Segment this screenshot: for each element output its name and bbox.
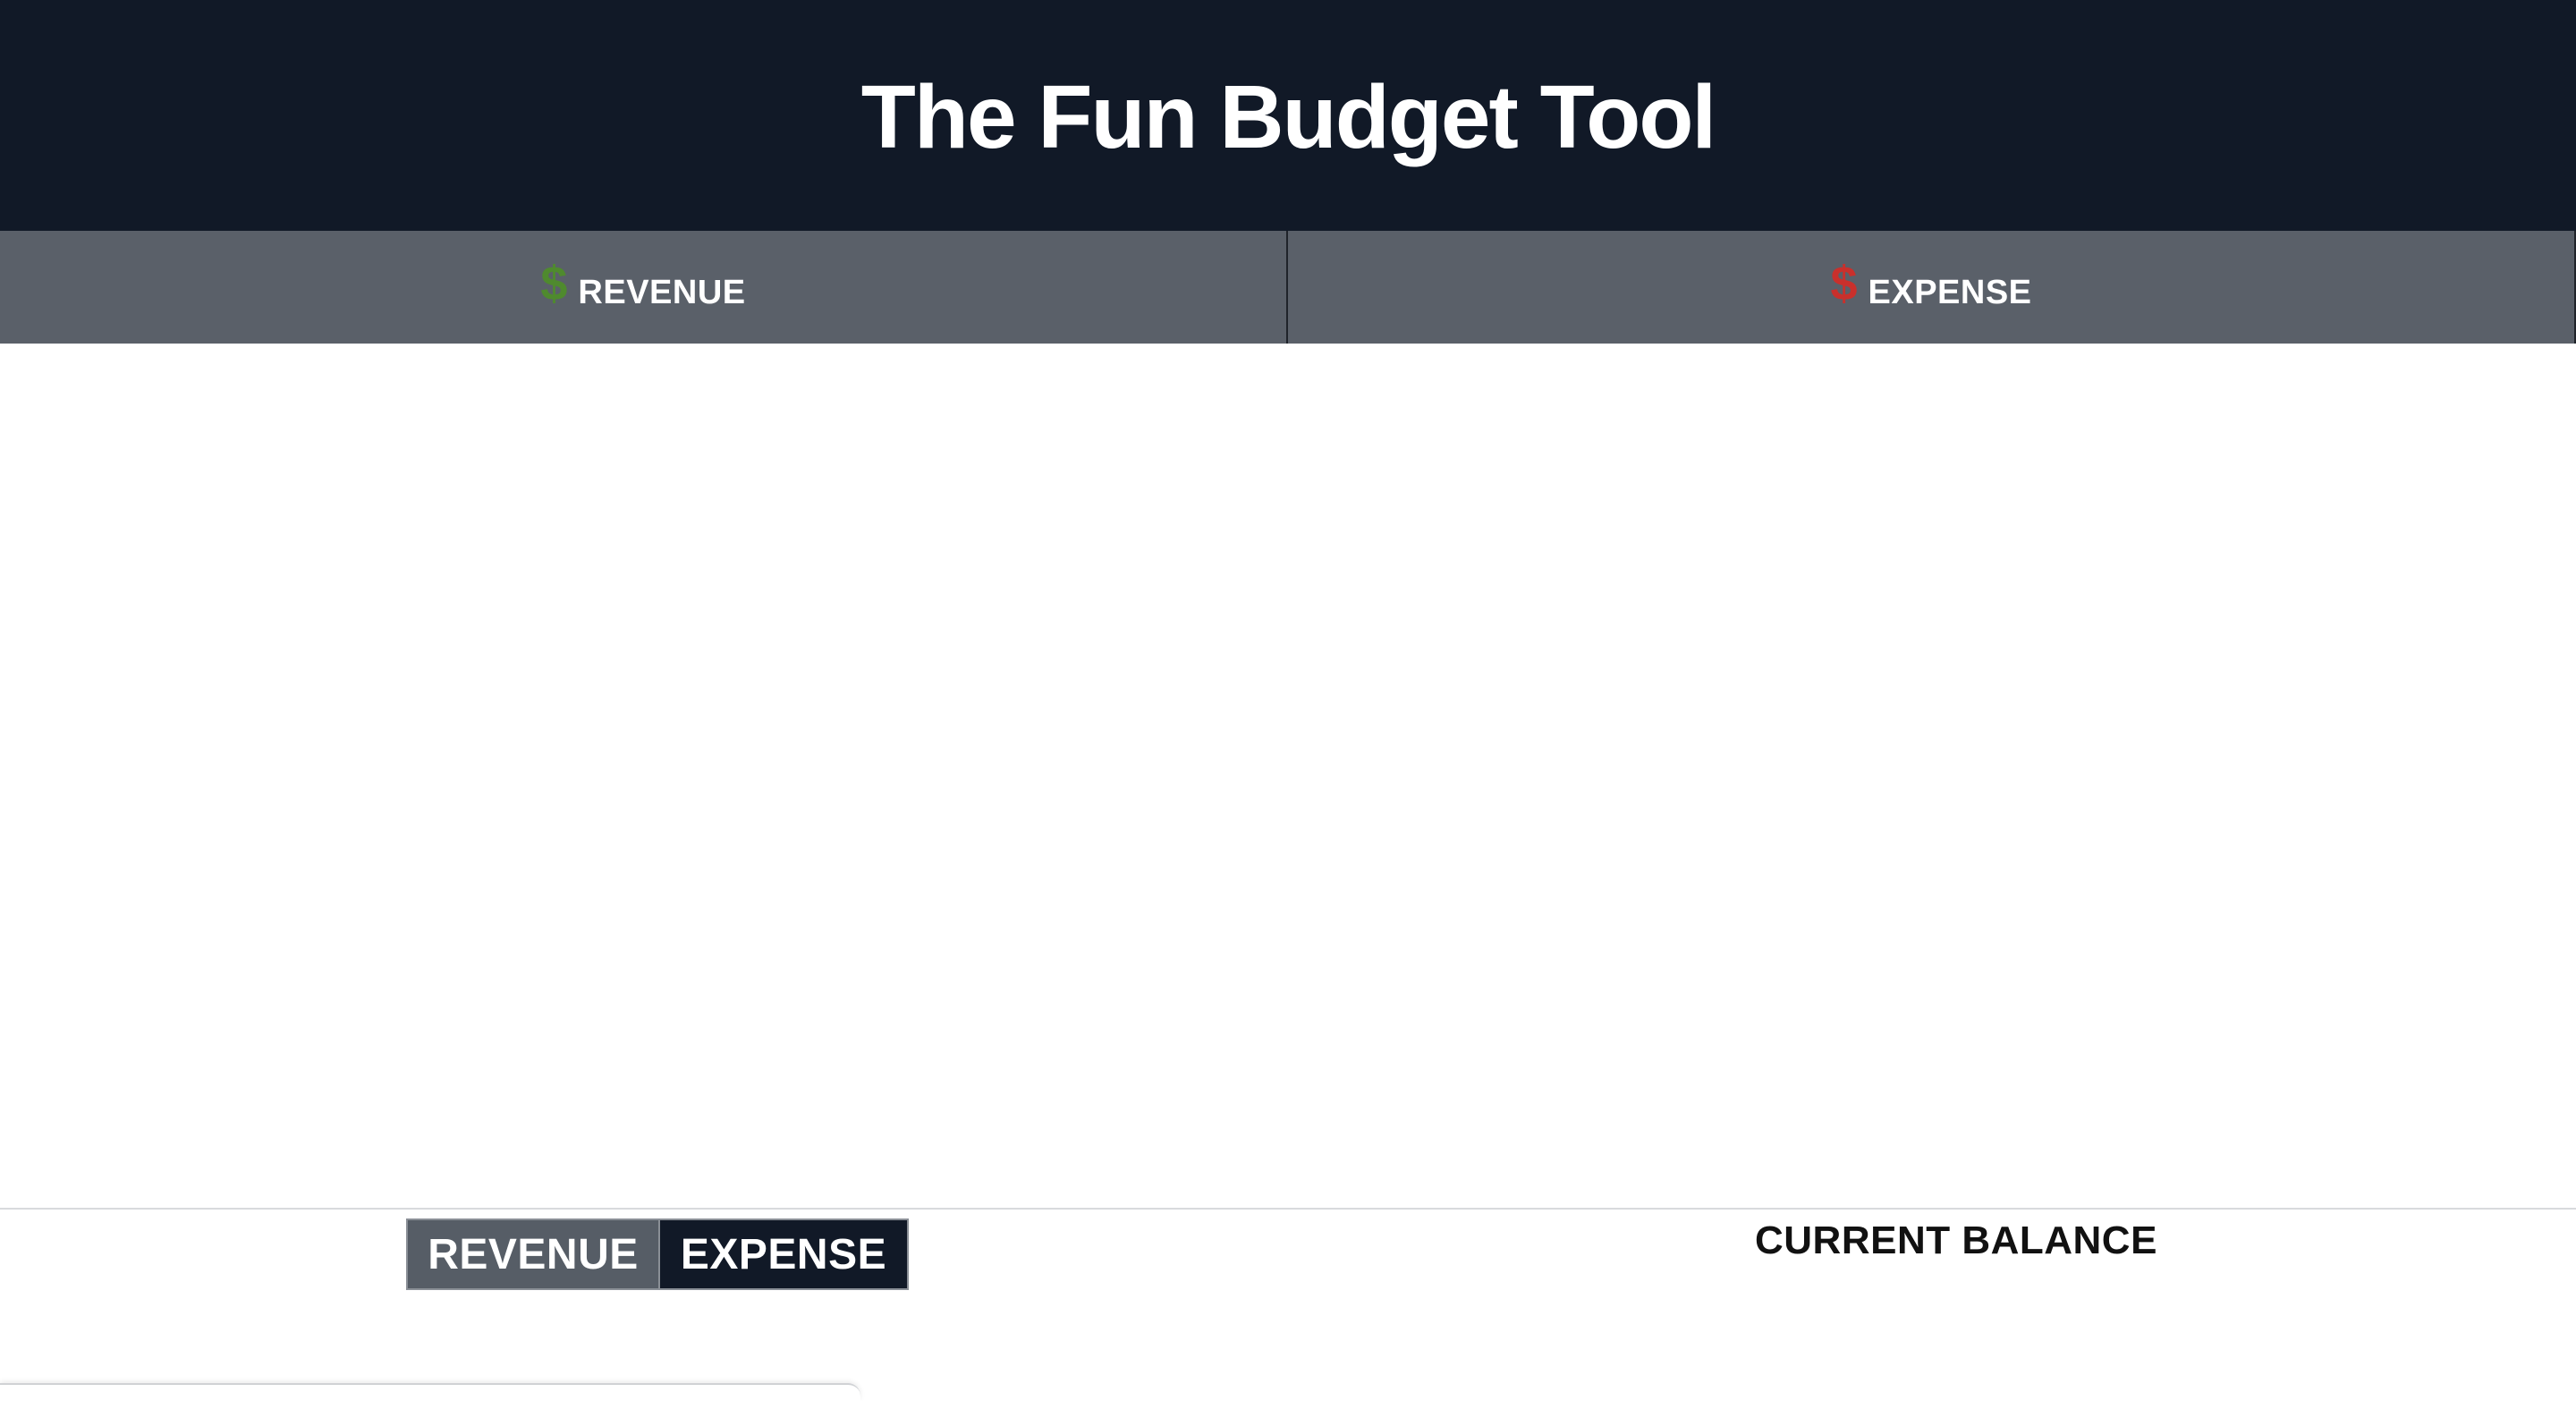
- revenue-list: [0, 344, 1288, 1208]
- entry-type-toggle: REVENUE EXPENSE: [406, 1218, 909, 1290]
- current-balance-label: CURRENT BALANCE: [1755, 1218, 2157, 1262]
- column-headers: $ REVENUE $ EXPENSE: [0, 231, 2576, 344]
- expense-toggle-button[interactable]: EXPENSE: [660, 1220, 907, 1288]
- dollar-icon: $: [1830, 257, 1858, 310]
- expense-column-label: EXPENSE: [1868, 273, 2032, 311]
- expense-list: [1288, 344, 2576, 1208]
- page-title: The Fun Budget Tool: [860, 66, 1716, 167]
- expense-column-header[interactable]: $ EXPENSE: [1288, 231, 2576, 344]
- dollar-icon: $: [540, 257, 568, 310]
- divider: [0, 1208, 2576, 1210]
- revenue-toggle-button[interactable]: REVENUE: [408, 1220, 660, 1288]
- revenue-column-header[interactable]: $ REVENUE: [0, 231, 1288, 344]
- entries-area: [0, 344, 2576, 1208]
- app-header: The Fun Budget Tool: [0, 0, 2576, 231]
- revenue-column-label: REVENUE: [578, 273, 746, 311]
- entry-card: [0, 1383, 860, 1401]
